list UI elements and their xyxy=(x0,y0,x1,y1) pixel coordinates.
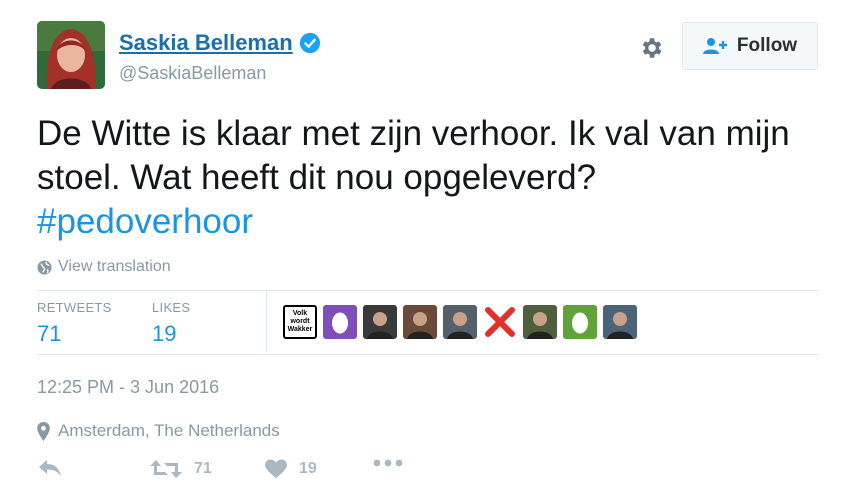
liker-avatar[interactable] xyxy=(603,305,637,339)
likes-count: 19 xyxy=(152,321,177,346)
liker-avatar[interactable] xyxy=(323,305,357,339)
retweet-count: 71 xyxy=(194,460,212,477)
liker-avatar[interactable] xyxy=(563,305,597,339)
liker-avatar[interactable] xyxy=(523,305,557,339)
author-name[interactable]: Saskia Belleman xyxy=(119,30,293,56)
location-label: Amsterdam, The Netherlands xyxy=(58,421,280,440)
likes-label: LIKES xyxy=(152,300,191,315)
stats-separator xyxy=(266,291,267,353)
gear-icon[interactable] xyxy=(638,35,664,61)
retweet-button[interactable]: 71 xyxy=(150,459,212,479)
liker-avatar[interactable] xyxy=(443,305,477,339)
reply-button[interactable] xyxy=(38,459,62,477)
divider xyxy=(37,354,819,355)
follow-button[interactable]: Follow xyxy=(682,22,818,70)
likes-stat[interactable]: LIKES 19 xyxy=(152,300,190,347)
view-translation-label: View translation xyxy=(58,258,171,275)
more-dots-icon xyxy=(373,459,403,467)
retweets-count: 71 xyxy=(37,321,62,346)
likers-avatars: Volk wordt Wakker xyxy=(283,305,637,339)
liker-avatar[interactable] xyxy=(403,305,437,339)
follow-label: Follow xyxy=(736,35,798,56)
tweet-body: De Witte is klaar met zijn verhoor. Ik v… xyxy=(37,114,790,197)
liker-avatar[interactable] xyxy=(483,305,517,339)
heart-icon xyxy=(265,459,287,479)
author-row: Saskia Belleman xyxy=(119,30,321,56)
tweet-text: De Witte is klaar met zijn verhoor. Ik v… xyxy=(37,112,817,244)
avatar[interactable] xyxy=(37,21,105,89)
view-translation-link[interactable]: View translation xyxy=(37,258,171,276)
liker-avatar[interactable] xyxy=(363,305,397,339)
add-user-icon xyxy=(702,38,727,54)
liker-avatar-label: Volk wordt Wakker xyxy=(287,310,313,333)
liker-avatar[interactable]: Volk wordt Wakker xyxy=(283,305,317,339)
divider xyxy=(37,290,819,291)
retweets-label: RETWEETS xyxy=(37,300,112,315)
more-button[interactable] xyxy=(373,459,403,467)
verified-badge-icon xyxy=(299,32,320,54)
retweet-icon xyxy=(150,460,182,478)
tweet-timestamp: 12:25 PM - 3 Jun 2016 xyxy=(37,377,220,397)
reply-icon xyxy=(39,460,61,476)
retweets-stat[interactable]: RETWEETS 71 xyxy=(37,300,112,347)
like-count: 19 xyxy=(299,460,317,477)
map-pin-icon xyxy=(37,421,50,441)
globe-icon xyxy=(37,259,52,275)
tweet-location[interactable]: Amsterdam, The Netherlands xyxy=(37,421,280,441)
author-handle[interactable]: @SaskiaBelleman xyxy=(119,63,266,84)
hashtag-link[interactable]: #pedoverhoor xyxy=(37,200,817,244)
like-button[interactable]: 19 xyxy=(265,459,317,479)
